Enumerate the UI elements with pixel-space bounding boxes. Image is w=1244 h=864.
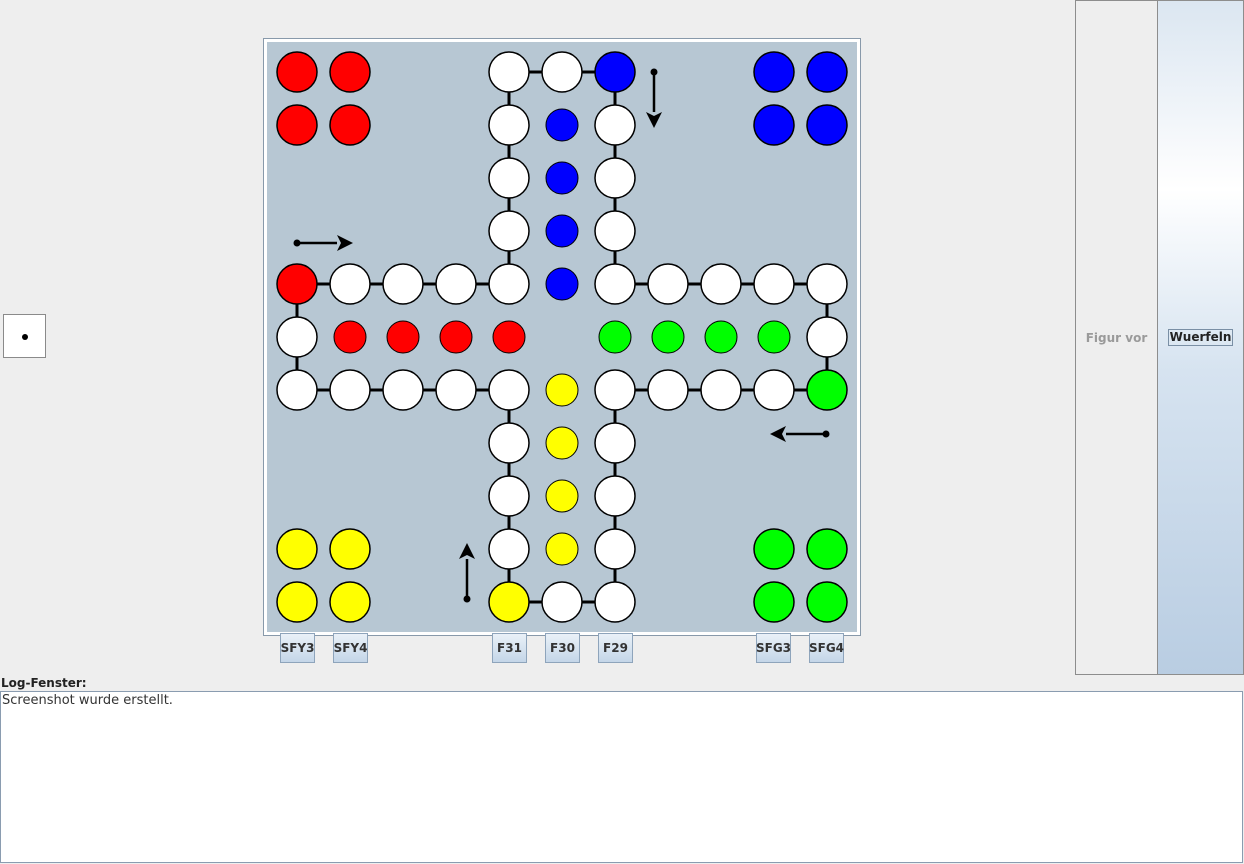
track-field (753, 369, 795, 411)
start-field-red (276, 263, 318, 305)
blue-home-piece (806, 51, 848, 93)
track-field (488, 422, 530, 464)
board-canvas (276, 51, 848, 623)
track-field (488, 369, 530, 411)
start-field-green (806, 369, 848, 411)
track-field (382, 369, 424, 411)
track-field (594, 210, 636, 252)
arrow-left-icon (770, 426, 786, 442)
red-home-piece (329, 104, 371, 146)
blue-home-piece (806, 104, 848, 146)
track-field (594, 263, 636, 305)
field-button-sfg4[interactable]: SFG4 (809, 633, 844, 663)
die-display (3, 314, 46, 358)
red-home-piece (276, 104, 318, 146)
yellow-goal-field (545, 479, 579, 513)
game-board (267, 42, 857, 632)
blue-home-piece (753, 51, 795, 93)
start-field-yellow (488, 581, 530, 623)
track-field (276, 369, 318, 411)
arrow-down-icon (646, 112, 662, 128)
field-button-f29[interactable]: F29 (598, 633, 633, 663)
blue-goal-field (545, 161, 579, 195)
track-field (276, 316, 318, 358)
track-field (541, 51, 583, 93)
track-field (700, 369, 742, 411)
track-field (806, 316, 848, 358)
yellow-home-piece (276, 528, 318, 570)
track-field (488, 157, 530, 199)
track-field (329, 369, 371, 411)
track-field (541, 581, 583, 623)
track-field (806, 263, 848, 305)
green-goal-field (651, 320, 685, 354)
track-field (435, 263, 477, 305)
green-goal-field (598, 320, 632, 354)
track-field (647, 369, 689, 411)
yellow-goal-field (545, 373, 579, 407)
track-field (753, 263, 795, 305)
yellow-goal-field (545, 426, 579, 460)
track-field (594, 157, 636, 199)
field-button-sfy4[interactable]: SFY4 (333, 633, 368, 663)
red-goal-field (386, 320, 420, 354)
start-field-blue (594, 51, 636, 93)
field-button-sfy3[interactable]: SFY3 (280, 633, 315, 663)
blue-goal-field (545, 214, 579, 248)
track-field (382, 263, 424, 305)
field-button-f31[interactable]: F31 (492, 633, 527, 663)
track-field (488, 528, 530, 570)
green-home-piece (806, 581, 848, 623)
track-field (488, 210, 530, 252)
track-field (594, 422, 636, 464)
red-home-piece (329, 51, 371, 93)
wuerfeln-button[interactable]: Wuerfeln (1158, 1, 1243, 674)
log-text: Screenshot wurde erstellt. (2, 693, 173, 708)
die-pip (22, 334, 28, 340)
blue-home-piece (753, 104, 795, 146)
track-field (488, 104, 530, 146)
green-home-piece (806, 528, 848, 570)
track-field (594, 581, 636, 623)
yellow-home-piece (329, 581, 371, 623)
track-field (488, 475, 530, 517)
track-field (488, 263, 530, 305)
green-goal-field (704, 320, 738, 354)
red-goal-field (439, 320, 473, 354)
track-field (594, 475, 636, 517)
blue-goal-field (545, 108, 579, 142)
arrow-up-icon (459, 543, 475, 559)
green-home-piece (753, 581, 795, 623)
track-field (329, 263, 371, 305)
track-field (647, 263, 689, 305)
track-field (435, 369, 477, 411)
log-window[interactable]: Screenshot wurde erstellt. (0, 691, 1243, 863)
yellow-goal-field (545, 532, 579, 566)
green-home-piece (753, 528, 795, 570)
figur-vor-button[interactable]: Figur vor (1076, 1, 1158, 674)
red-home-piece (276, 51, 318, 93)
wuerfeln-label: Wuerfeln (1167, 329, 1234, 346)
track-field (700, 263, 742, 305)
log-label: Log-Fenster: (1, 676, 87, 690)
yellow-home-piece (329, 528, 371, 570)
field-button-f30[interactable]: F30 (545, 633, 580, 663)
green-goal-field (757, 320, 791, 354)
red-goal-field (492, 320, 526, 354)
yellow-home-piece (276, 581, 318, 623)
track-field (488, 51, 530, 93)
track-field (594, 369, 636, 411)
field-button-sfg3[interactable]: SFG3 (756, 633, 791, 663)
track-field (594, 528, 636, 570)
arrow-right-icon (337, 235, 353, 251)
game-board-frame (263, 38, 861, 636)
figur-vor-label: Figur vor (1085, 330, 1148, 345)
blue-goal-field (545, 267, 579, 301)
side-panel: Figur vor Wuerfeln (1075, 0, 1244, 675)
red-goal-field (333, 320, 367, 354)
track-field (594, 104, 636, 146)
